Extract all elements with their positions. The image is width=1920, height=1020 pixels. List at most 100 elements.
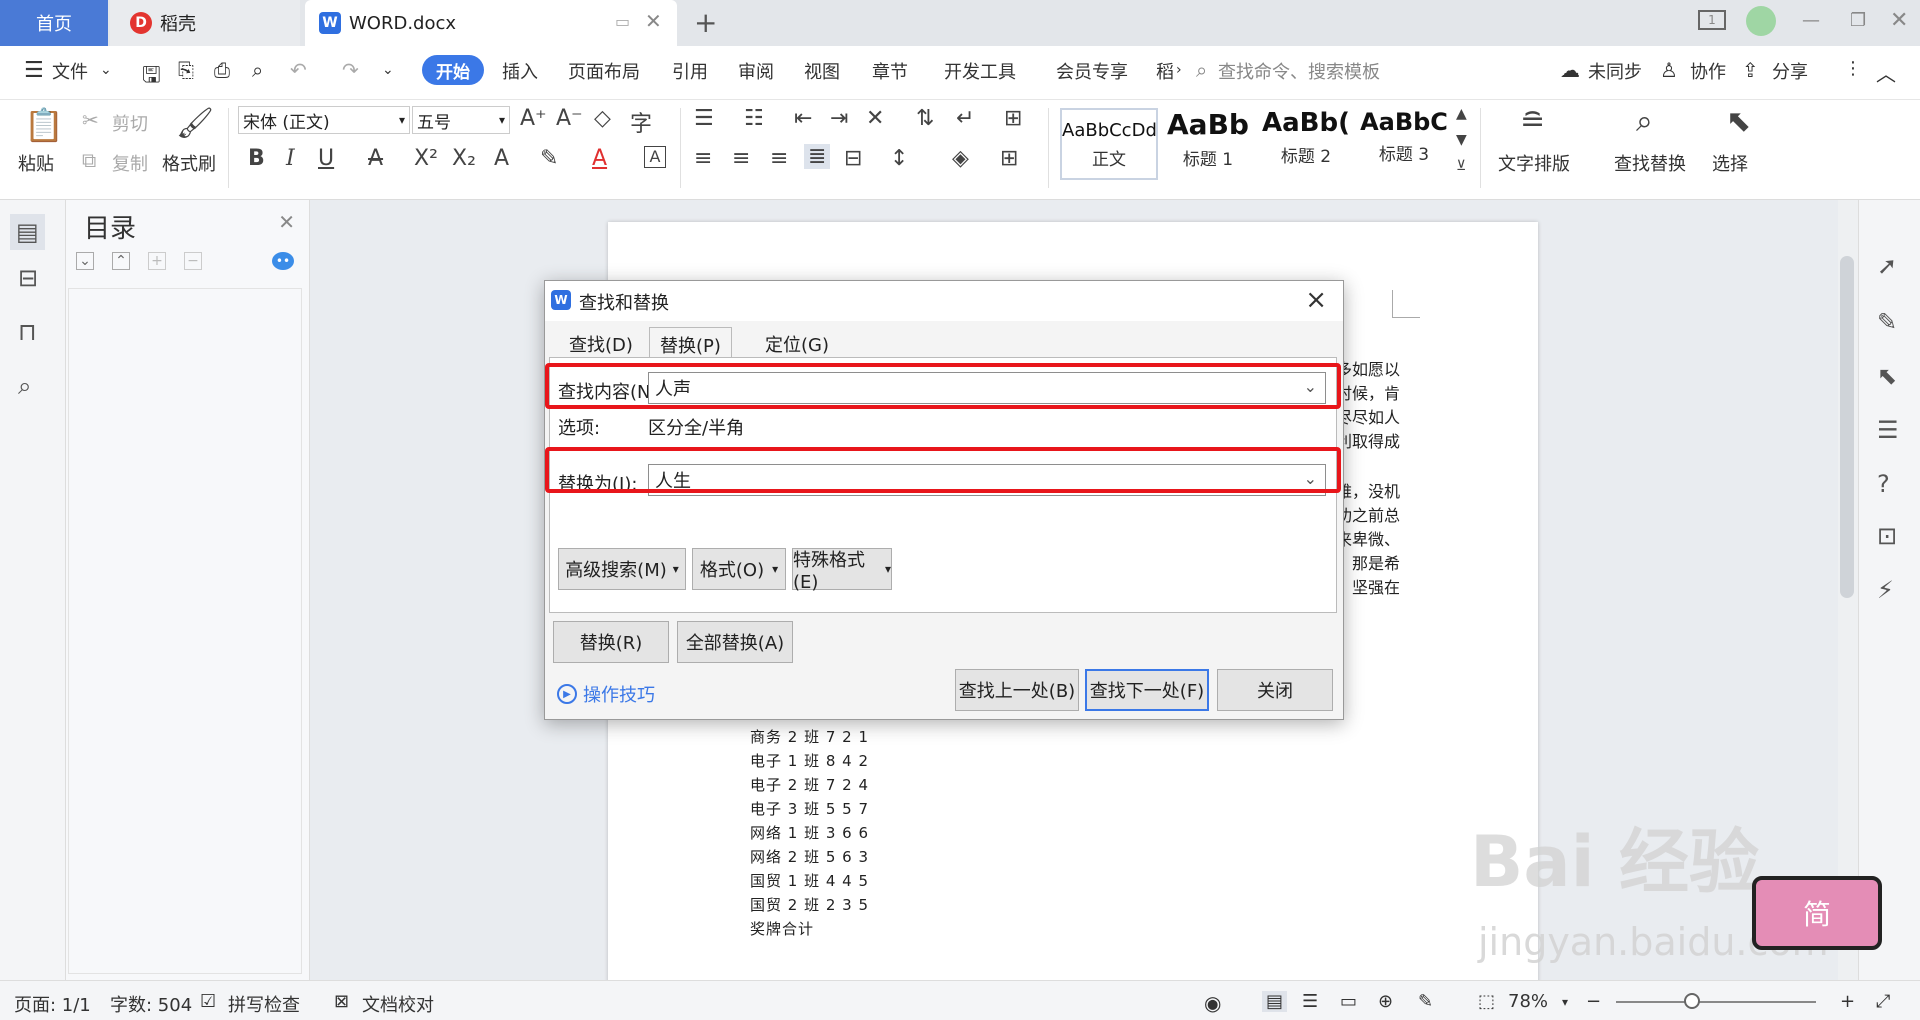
outline-view-icon[interactable]: ☰ (1302, 991, 1318, 1012)
decrease-font-icon[interactable]: A⁻ (556, 106, 583, 131)
translate-icon[interactable]: ⊡ (1877, 522, 1897, 550)
export-pdf-icon[interactable]: ⎘ (178, 58, 194, 82)
styles-scroll-up-icon[interactable]: ▲ (1456, 106, 1467, 122)
zoom-slider-track[interactable] (1616, 1001, 1816, 1003)
increase-font-icon[interactable]: A⁺ (520, 106, 547, 131)
toc-icon[interactable]: ▤ (10, 214, 45, 250)
char-border-icon[interactable]: A (644, 146, 666, 168)
text-layout-button[interactable]: 文字排版 (1498, 150, 1570, 176)
replace-button[interactable]: 替换(R) (553, 621, 669, 663)
pinyin-icon[interactable]: 字 (630, 106, 652, 138)
window-count-icon[interactable]: 1 (1698, 10, 1726, 30)
align-left-icon[interactable]: ≡ (694, 146, 712, 171)
customize-chevron-icon[interactable]: ⌄ (382, 62, 394, 78)
style-heading-3[interactable]: AaBbC 标题 3 (1356, 108, 1452, 180)
rocket-icon[interactable]: ➚ (1877, 252, 1897, 280)
line-spacing-icon[interactable]: ↕ (890, 146, 908, 171)
find-replace-icon[interactable]: ⌕ (1636, 104, 1653, 139)
read-view-icon[interactable]: ▭ (1340, 991, 1357, 1012)
styles-expand-icon[interactable]: ⊻ (1456, 158, 1466, 174)
fit-page-icon[interactable]: ⬚ (1478, 991, 1495, 1012)
tab-ruler-icon[interactable]: ⊞ (1004, 106, 1022, 131)
menu-review[interactable]: 审阅 (738, 58, 774, 84)
menu-insert[interactable]: 插入 (502, 58, 538, 84)
collapse-ribbon-icon[interactable]: ︿ (1876, 58, 1896, 87)
sort-icon[interactable]: ⇅ (916, 106, 934, 131)
smart-toc-icon[interactable]: •• (272, 252, 294, 270)
print-icon[interactable]: ⎙ (214, 58, 230, 82)
restore-icon[interactable]: ❐ (1850, 10, 1866, 31)
collab-button[interactable]: 协作 (1690, 58, 1726, 84)
menu-reference[interactable]: 引用 (672, 58, 708, 84)
cut-button[interactable]: 剪切 (112, 110, 148, 136)
tab-find[interactable]: 查找(D) (559, 327, 643, 359)
new-tab-button[interactable]: + (694, 6, 717, 39)
sync-status[interactable]: 未同步 (1588, 58, 1642, 84)
font-size-select[interactable]: 五号 ▾ (412, 106, 510, 134)
close-button[interactable]: 关闭 (1217, 669, 1333, 711)
find-replace-button[interactable]: 查找替换 (1614, 150, 1686, 176)
text-effect-icon[interactable]: A (494, 146, 509, 171)
shading-icon[interactable]: ◈ (952, 146, 969, 171)
minimize-icon[interactable]: — (1802, 10, 1820, 31)
cursor-icon[interactable]: ⬉ (1877, 362, 1897, 390)
format-painter-icon[interactable]: 🖌 (176, 106, 214, 141)
paste-icon[interactable]: 📋 (24, 106, 64, 144)
highlight-icon[interactable]: ✎ (540, 146, 558, 171)
zoom-level[interactable]: 78% (1508, 991, 1548, 1012)
write-mode-icon[interactable]: ✎ (1418, 991, 1433, 1012)
collapse-all-icon[interactable]: ⌃ (112, 252, 130, 270)
monitor-icon[interactable]: ▭ (615, 12, 630, 31)
tab-replace[interactable]: 替换(P) (649, 327, 732, 359)
clear-format-icon[interactable]: ◇ (594, 106, 611, 131)
tab-word-doc[interactable]: W WORD.docx ▭ ✕ (305, 0, 677, 46)
style-heading-1[interactable]: AaBb 标题 1 (1160, 108, 1256, 180)
bullet-list-icon[interactable]: ☰ (694, 106, 714, 131)
redo-icon[interactable]: ↷ (342, 58, 359, 82)
tips-link[interactable]: ▶ 操作技巧 (557, 681, 655, 707)
cut-icon[interactable]: ✂ (82, 108, 99, 132)
styles-scroll-down-icon[interactable]: ▼ (1456, 132, 1467, 148)
tab-goto[interactable]: 定位(G) (755, 327, 839, 359)
settings-sliders-icon[interactable]: ☰ (1877, 416, 1899, 444)
select-button[interactable]: 选择 (1712, 150, 1748, 176)
find-previous-button[interactable]: 查找上一处(B) (955, 669, 1079, 711)
find-next-button[interactable]: 查找下一处(F) (1085, 669, 1209, 711)
help-icon[interactable]: ? (1877, 470, 1890, 498)
font-name-select[interactable]: 宋体 (正文) ▾ (238, 106, 410, 134)
spell-check-button[interactable]: 拼写检查 (228, 991, 300, 1017)
hamburger-icon[interactable]: ☰ (24, 58, 44, 83)
save-icon[interactable]: 🖫 (142, 58, 161, 96)
underline-icon[interactable]: U (318, 146, 334, 171)
zoom-dropdown-icon[interactable]: ▾ (1562, 995, 1568, 1009)
borders-icon[interactable]: ⊞ (1000, 146, 1018, 171)
proof-button[interactable]: 文档校对 (362, 991, 434, 1017)
eye-protect-icon[interactable]: ◉ (1204, 991, 1221, 1015)
nav-search-icon[interactable]: ⌕ (18, 372, 31, 400)
dialog-close-icon[interactable]: × (1305, 285, 1327, 315)
web-view-icon[interactable]: ⊕ (1378, 991, 1393, 1012)
expand-all-icon[interactable]: ⌄ (76, 252, 94, 270)
close-window-icon[interactable]: ✕ (1890, 8, 1908, 33)
undo-icon[interactable]: ↶ (290, 58, 307, 82)
replace-all-button[interactable]: 全部替换(A) (677, 621, 793, 663)
superscript-icon[interactable]: X² (414, 146, 438, 171)
subscript-icon[interactable]: X₂ (452, 146, 476, 171)
chinese-layout-icon[interactable]: ✕ (866, 106, 884, 131)
bookmark-icon[interactable]: ⊓ (18, 318, 37, 346)
chevron-down-icon[interactable]: ⌄ (100, 62, 112, 78)
special-format-button[interactable]: 特殊格式(E) ▾ (792, 548, 892, 593)
format-button[interactable]: 格式(O) ▾ (692, 548, 786, 590)
remove-heading-icon[interactable]: − (184, 252, 202, 270)
lightning-icon[interactable]: ⚡ (1877, 576, 1894, 604)
numbered-list-icon[interactable]: ☷ (744, 106, 764, 131)
tab-daoke[interactable]: D 稻壳 (110, 0, 300, 46)
zoom-out-icon[interactable]: − (1586, 991, 1601, 1012)
dialog-titlebar[interactable]: W 查找和替换 × (545, 281, 1343, 321)
text-layout-icon[interactable]: ≘ (1520, 104, 1545, 139)
distribute-icon[interactable]: ⊟ (844, 146, 862, 171)
decrease-indent-icon[interactable]: ⇤ (794, 106, 812, 131)
add-heading-icon[interactable]: + (148, 252, 166, 270)
word-count[interactable]: 字数: 504 (110, 991, 192, 1017)
close-toc-icon[interactable]: ✕ (278, 210, 295, 234)
